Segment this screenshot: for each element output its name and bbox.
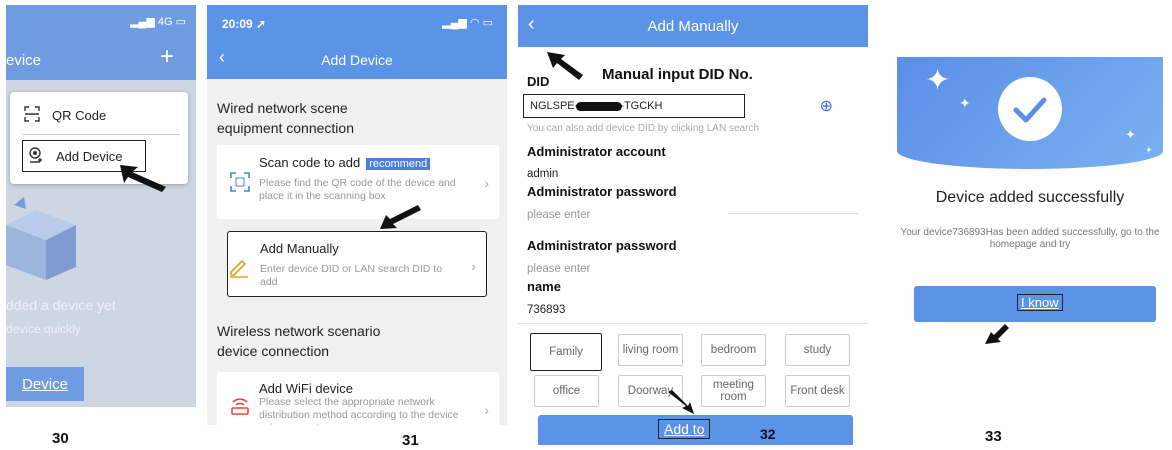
- top-bar: ▂▄▆ 4G ▭ evice +: [6, 5, 196, 80]
- scan-code-option[interactable]: Scan code to add recommend Please find th…: [217, 145, 499, 219]
- room-option-meeting-room[interactable]: meeting room: [701, 375, 766, 407]
- name-label: name: [527, 279, 561, 294]
- wired-section-heading: Wired network scene equipment connection: [217, 98, 354, 138]
- admin-password-input[interactable]: please enter: [527, 209, 590, 221]
- pointer-arrow-icon: [668, 390, 694, 414]
- heading-line: Wired network scene: [217, 100, 348, 116]
- add-device-button[interactable]: Device: [6, 367, 84, 401]
- option-title: Add Manually: [260, 241, 339, 256]
- sparkle-icon: ✦: [1145, 145, 1153, 155]
- lan-search-icon[interactable]: ⊕: [820, 96, 833, 116]
- top-bar: ‹ Add Manually: [518, 5, 868, 47]
- option-description: Please select the appropriate network di…: [259, 396, 459, 425]
- top-bar: 20:09 ➚ ▂▄▆ ◠ ▭ ‹ Add Device: [207, 5, 507, 79]
- step-number: 30: [52, 430, 69, 447]
- admin-account-value[interactable]: admin: [527, 168, 558, 180]
- pointer-arrow-icon: [985, 324, 1009, 344]
- did-input[interactable]: NGLSPE- -TGCKH: [523, 94, 745, 118]
- room-option-bedroom[interactable]: bedroom: [701, 334, 766, 366]
- button-label: Add to: [658, 419, 711, 439]
- wireless-section-heading: Wireless network scenario device connect…: [217, 321, 380, 361]
- add-device-icon: [28, 146, 44, 166]
- room-option-front-desk[interactable]: Front desk: [785, 375, 850, 407]
- step-number: 32: [760, 426, 776, 442]
- router-icon: [231, 398, 249, 415]
- annotation-text: Manual input DID No.: [602, 66, 753, 83]
- success-message: Your device736893Has been added successf…: [900, 227, 1160, 250]
- heading-line: equipment connection: [217, 120, 354, 136]
- option-description: Please find the QR code of the device an…: [259, 177, 456, 202]
- page-title: Add Manually: [647, 18, 739, 35]
- success-title: Device added successfully: [935, 189, 1125, 206]
- option-description: Enter device DID or LAN search DID to ad…: [260, 263, 443, 288]
- redaction-mark: [576, 101, 623, 111]
- i-know-button[interactable]: I know: [914, 286, 1156, 322]
- success-banner: ✦ ✦ ✦ ✦: [897, 57, 1163, 169]
- divider: [518, 323, 868, 324]
- add-to-button[interactable]: Add to 32: [538, 415, 853, 445]
- add-device-screen: 20:09 ➚ ▂▄▆ ◠ ▭ ‹ Add Device Wired netwo…: [207, 5, 507, 425]
- admin-password-label-2: Administrator password: [527, 238, 677, 253]
- success-screen: ✦ ✦ ✦ ✦ Device added successfully Your d…: [897, 5, 1163, 445]
- option-title: Add WiFi device: [259, 381, 353, 396]
- room-option-office[interactable]: office: [534, 375, 599, 407]
- admin-password-input-2[interactable]: please enter: [527, 263, 590, 275]
- checkmark-icon: [998, 77, 1062, 141]
- menu-divider: [22, 134, 180, 135]
- admin-password-label: Administrator password: [527, 184, 677, 199]
- empty-state-title: dded a device yet: [6, 297, 116, 313]
- menu-item-qr-code[interactable]: QR Code: [24, 99, 176, 131]
- step-number: 31: [402, 432, 419, 449]
- room-option-family[interactable]: Family: [530, 333, 602, 371]
- signal-indicator: ▂▄▆ 4G ▭: [130, 16, 186, 28]
- add-manually-option[interactable]: Add Manually Enter device DID or LAN sea…: [227, 231, 487, 297]
- chevron-right-icon: ›: [471, 258, 476, 274]
- did-prefix: NGLSPE-: [530, 100, 579, 112]
- pointer-arrow-icon: [380, 205, 421, 229]
- status-time: 20:09 ➚: [222, 17, 267, 31]
- sparkle-icon: ✦: [959, 95, 971, 111]
- scan-icon: [24, 105, 40, 125]
- device-list-screen: ▂▄▆ 4G ▭ evice + dded a device yet devic…: [6, 5, 196, 425]
- empty-box-illustration: [6, 195, 76, 280]
- name-input[interactable]: 736893: [527, 304, 565, 316]
- sparkle-icon: ✦: [925, 64, 951, 97]
- heading-line: device connection: [217, 343, 330, 359]
- pointer-arrow-icon: [547, 52, 583, 80]
- recommend-badge: recommend: [366, 158, 431, 170]
- sparkle-icon: ✦: [1125, 127, 1136, 142]
- chevron-right-icon: ›: [484, 175, 489, 191]
- lan-search-hint: You can also add device DID by clicking …: [527, 123, 759, 134]
- screenshot-stage: ▂▄▆ 4G ▭ evice + dded a device yet devic…: [0, 0, 1172, 450]
- pencil-icon: [230, 259, 248, 278]
- option-title: Scan code to add recommend: [259, 155, 431, 170]
- room-option-study[interactable]: study: [785, 334, 850, 366]
- did-suffix: -TGCKH: [620, 100, 663, 112]
- empty-state-subtitle: device quickly: [6, 322, 81, 336]
- status-icons: ▂▄▆ ◠ ▭: [442, 17, 493, 29]
- input-underline: [728, 213, 858, 214]
- bottom-strip: [6, 407, 196, 425]
- room-option-living-room[interactable]: living room: [618, 334, 683, 366]
- page-title: evice: [6, 52, 42, 69]
- menu-item-label: QR Code: [52, 107, 107, 123]
- add-wifi-option[interactable]: Add WiFi device Please select the approp…: [217, 372, 499, 425]
- admin-account-label: Administrator account: [527, 144, 666, 159]
- pointer-arrow-icon: [120, 165, 166, 192]
- plus-icon[interactable]: +: [160, 43, 174, 71]
- heading-line: Wireless network scenario: [217, 323, 381, 339]
- chevron-right-icon: ›: [484, 402, 489, 418]
- page-title: Add Device: [321, 52, 393, 68]
- qr-scan-icon: [230, 172, 250, 192]
- button-label: I know: [1017, 294, 1063, 311]
- menu-item-label: Add Device: [56, 148, 123, 164]
- step-number: 33: [985, 428, 1002, 445]
